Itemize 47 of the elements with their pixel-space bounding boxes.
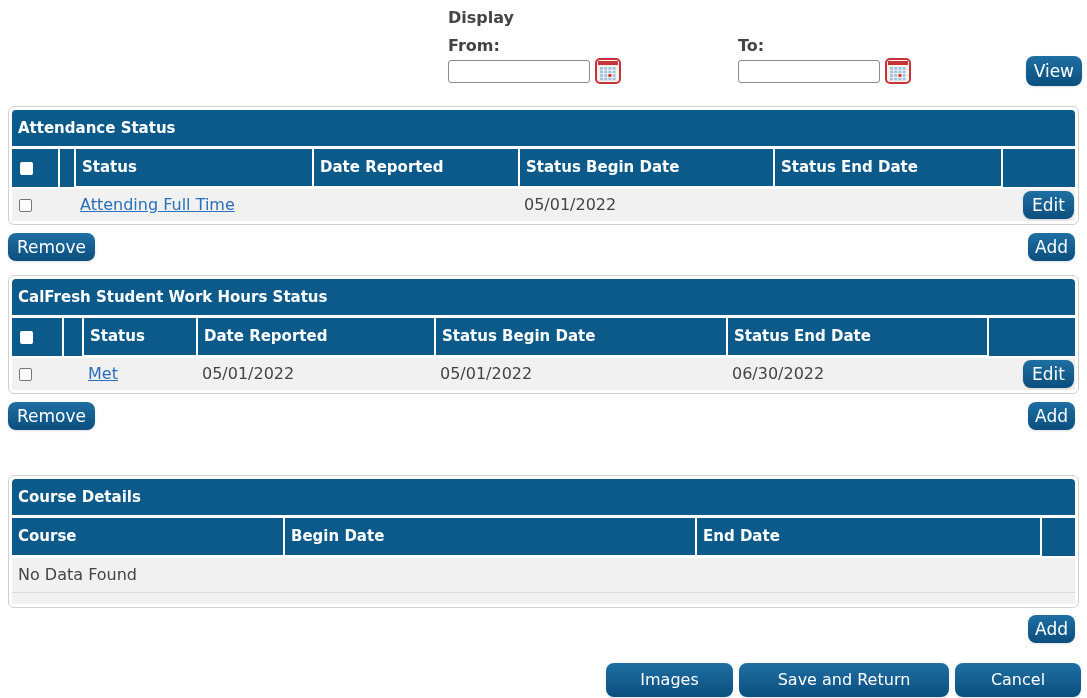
header-cell xyxy=(64,318,82,356)
column-header: End Date xyxy=(697,518,1040,555)
checkbox[interactable] xyxy=(20,330,33,344)
action-button[interactable]: Add xyxy=(1028,402,1075,430)
header-cell xyxy=(1003,149,1075,187)
date-field[interactable] xyxy=(738,59,880,83)
table-cell: 05/01/2022 xyxy=(440,364,533,383)
action-button[interactable]: Edit xyxy=(1023,360,1074,388)
column-header: Date Reported xyxy=(198,318,434,355)
status-link[interactable]: Met xyxy=(88,364,118,383)
header-cell xyxy=(1042,518,1075,556)
column-header: Status xyxy=(76,149,312,186)
checkbox[interactable] xyxy=(19,198,32,212)
field-label: From: xyxy=(448,35,501,57)
column-header: Status Begin Date xyxy=(436,318,726,355)
calendar-icon[interactable] xyxy=(885,58,911,84)
table-cell: 05/01/2022 xyxy=(524,195,617,214)
action-button[interactable]: Add xyxy=(1028,233,1075,261)
column-header: Status xyxy=(84,318,196,355)
panel-title: CalFresh Student Work Hours Status xyxy=(12,279,1075,315)
action-button[interactable]: Save and Return xyxy=(739,663,949,697)
column-header: Status Begin Date xyxy=(520,149,773,186)
calendar-icon[interactable] xyxy=(595,58,621,84)
table-cell: 05/01/2022 xyxy=(202,364,295,383)
panel-title: Attendance Status xyxy=(12,110,1075,146)
action-button[interactable]: Cancel xyxy=(955,663,1081,697)
column-header: Date Reported xyxy=(314,149,518,186)
checkbox[interactable] xyxy=(20,161,33,175)
column-header: Status End Date xyxy=(775,149,1001,186)
action-button[interactable]: Edit xyxy=(1023,191,1074,219)
checkbox[interactable] xyxy=(19,367,32,381)
action-button[interactable]: Add xyxy=(1028,615,1075,643)
status-link[interactable]: Attending Full Time xyxy=(80,195,235,214)
column-header: Status End Date xyxy=(728,318,987,355)
table-cell: 06/30/2022 xyxy=(732,364,825,383)
filter-title: Display xyxy=(448,7,515,29)
action-button[interactable]: Remove xyxy=(8,233,95,261)
empty-message: No Data Found xyxy=(18,564,137,586)
column-header: Course xyxy=(12,518,283,555)
date-field[interactable] xyxy=(448,59,590,83)
column-header: Begin Date xyxy=(285,518,695,555)
action-button[interactable]: Remove xyxy=(8,402,95,430)
header-cell xyxy=(60,149,74,187)
panel-title: Course Details xyxy=(12,479,1075,515)
field-label: To: xyxy=(738,35,766,57)
action-button[interactable]: View xyxy=(1025,56,1082,86)
action-button[interactable]: Images xyxy=(606,663,733,697)
